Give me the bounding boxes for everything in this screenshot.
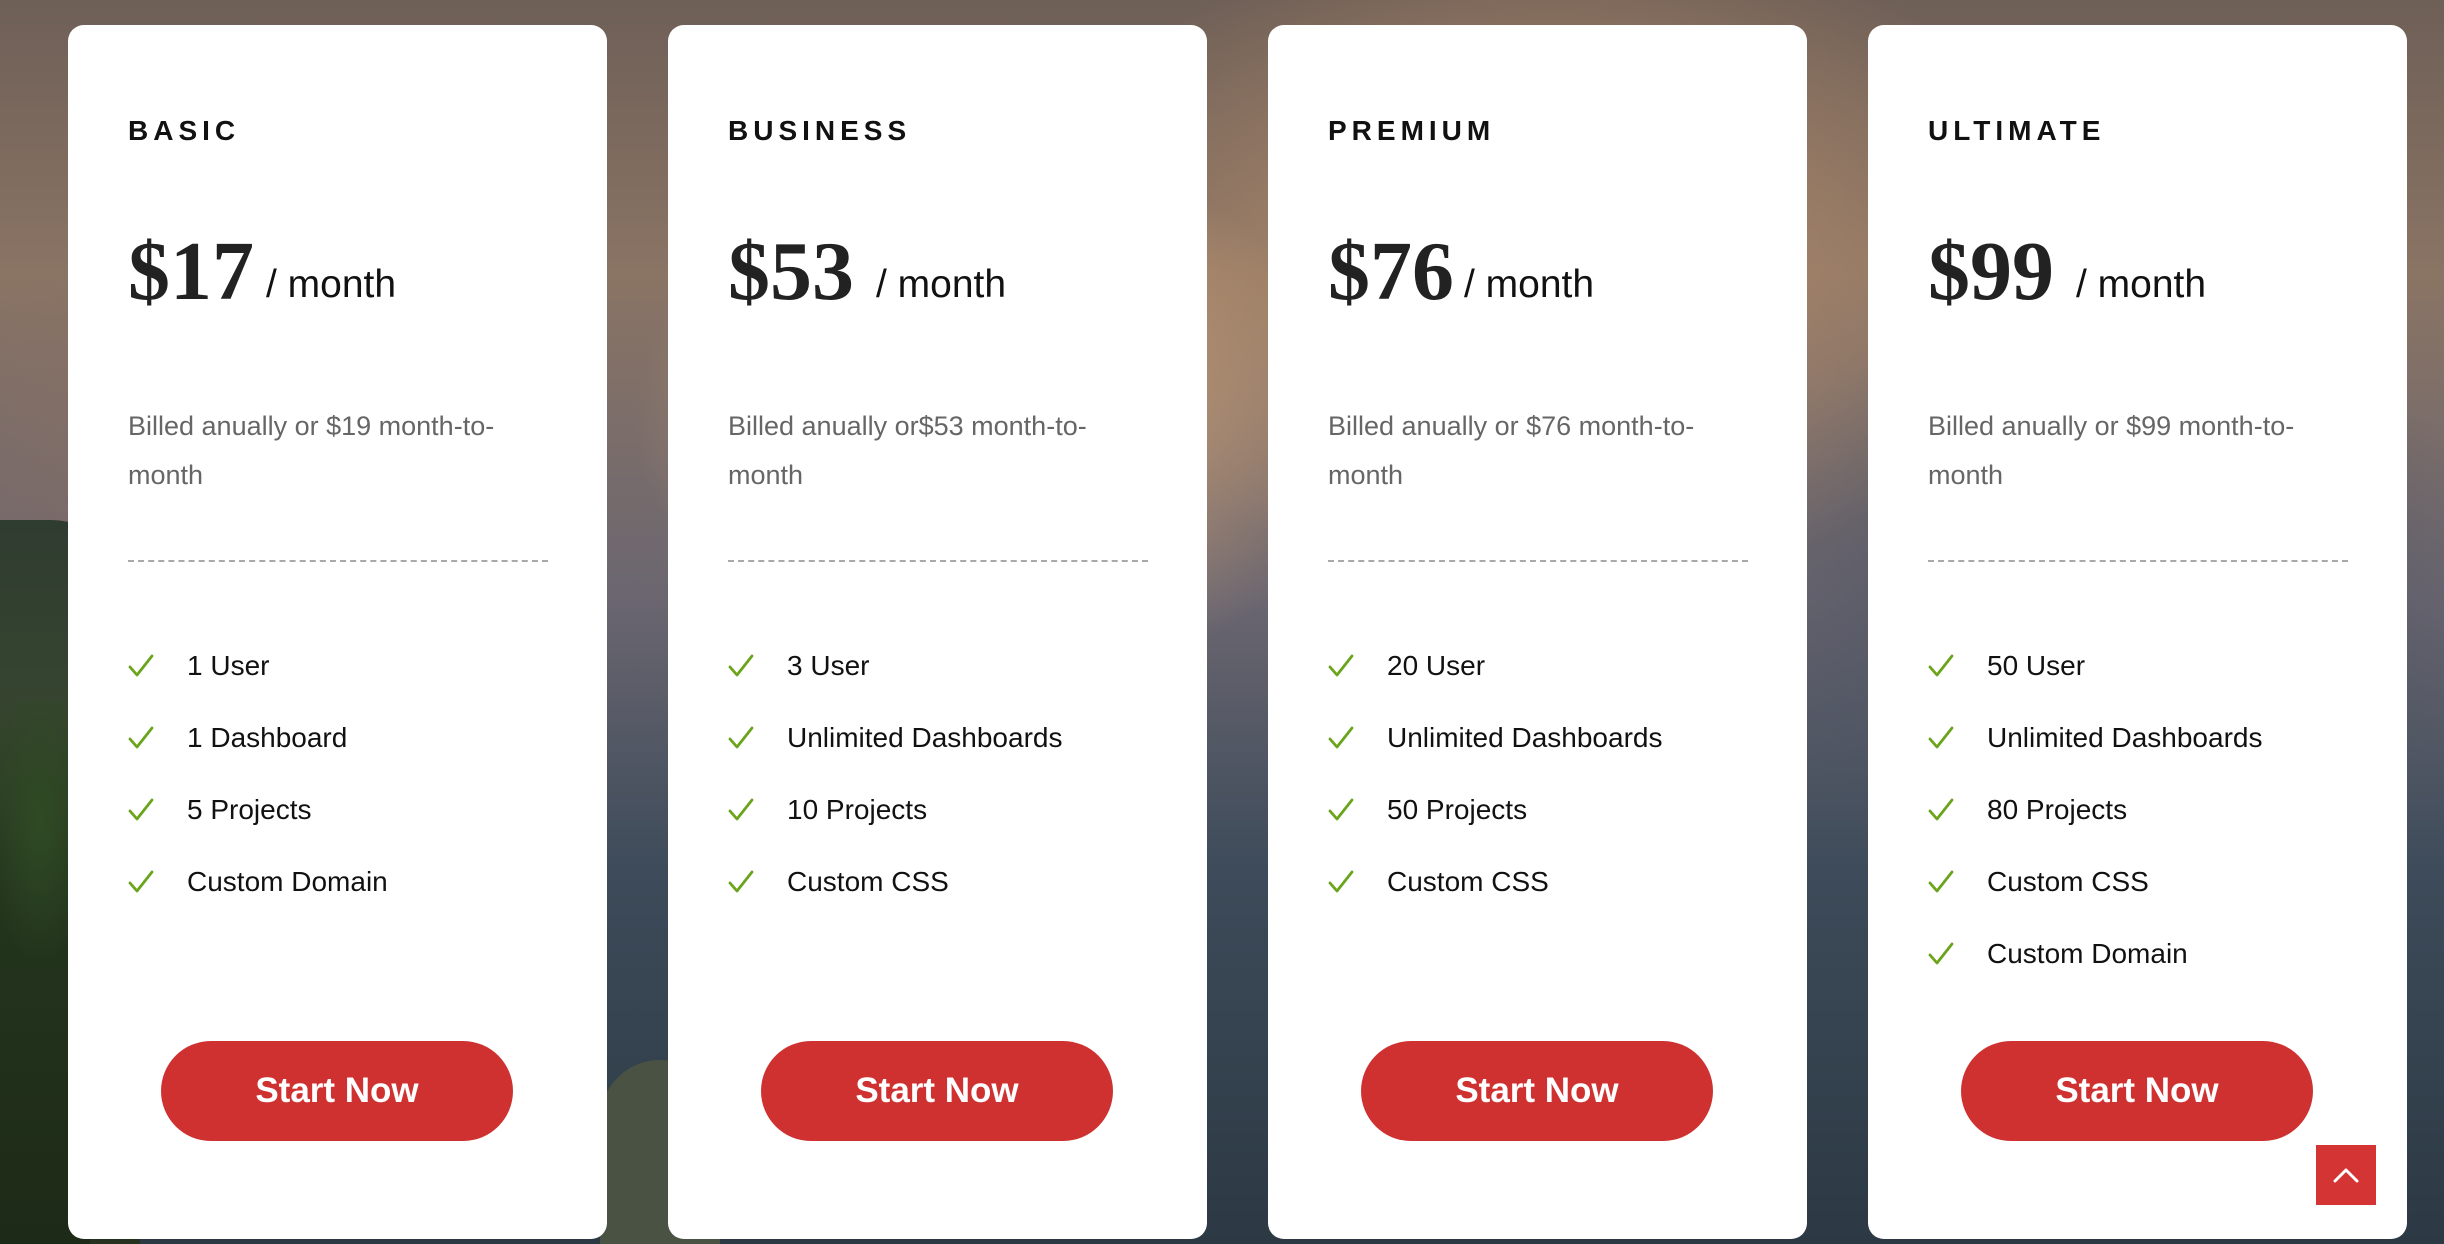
- plan-name: BUSINESS: [728, 115, 912, 146]
- check-icon: [1928, 862, 1962, 902]
- feature-item: Custom CSS: [728, 846, 1062, 918]
- price-row: $17 / month: [128, 230, 396, 314]
- feature-text: 3 User: [787, 650, 870, 681]
- start-now-button[interactable]: Start Now: [761, 1041, 1113, 1141]
- plan-period: / month: [876, 263, 1007, 306]
- feature-item: 20 User: [1328, 630, 1662, 702]
- feature-text: 50 Projects: [1387, 794, 1528, 825]
- check-icon: [728, 790, 762, 830]
- feature-list: 50 User Unlimited Dashboards 80 Projects…: [1928, 630, 2262, 990]
- check-icon: [1928, 646, 1962, 686]
- billing-note: Billed anually or $76 month-to-month: [1328, 411, 1695, 490]
- divider: [128, 560, 548, 562]
- price-row: $76 / month: [1328, 230, 1594, 314]
- feature-text: Custom CSS: [1987, 866, 2149, 897]
- feature-item: 1 User: [128, 630, 388, 702]
- feature-item: 3 User: [728, 630, 1062, 702]
- scroll-to-top-button[interactable]: [2316, 1145, 2376, 1205]
- feature-item: Unlimited Dashboards: [1328, 702, 1662, 774]
- divider: [1928, 560, 2348, 562]
- check-icon: [728, 646, 762, 686]
- check-icon: [1328, 862, 1362, 902]
- feature-text: Custom CSS: [787, 866, 949, 897]
- feature-list: 20 User Unlimited Dashboards 50 Projects…: [1328, 630, 1662, 918]
- feature-text: 10 Projects: [787, 794, 928, 825]
- divider: [728, 560, 1148, 562]
- plan-price: $17: [128, 225, 254, 318]
- price-row: $53 / month: [728, 230, 1006, 314]
- feature-text: Unlimited Dashboards: [1387, 722, 1663, 753]
- check-icon: [728, 862, 762, 902]
- check-icon: [728, 718, 762, 758]
- plan-name: PREMIUM: [1328, 115, 1496, 146]
- check-icon: [1328, 790, 1362, 830]
- pricing-card-ultimate: ULTIMATE $99 / month Billed anually or $…: [1868, 25, 2407, 1239]
- feature-list: 1 User 1 Dashboard 5 Projects Custom Dom…: [128, 630, 388, 918]
- billing-note: Billed anually or$53 month-to-month: [728, 411, 1087, 490]
- feature-text: 80 Projects: [1987, 794, 2128, 825]
- feature-item: Unlimited Dashboards: [728, 702, 1062, 774]
- check-icon: [128, 862, 162, 902]
- check-icon: [128, 646, 162, 686]
- check-icon: [128, 790, 162, 830]
- plan-name: BASIC: [128, 115, 241, 146]
- feature-item: 10 Projects: [728, 774, 1062, 846]
- start-now-button[interactable]: Start Now: [1961, 1041, 2313, 1141]
- pricing-card-basic: BASIC $17 / month Billed anually or $19 …: [68, 25, 607, 1239]
- plan-period: / month: [266, 263, 397, 306]
- feature-item: Custom Domain: [1928, 918, 2262, 990]
- check-icon: [1328, 646, 1362, 686]
- feature-item: Custom CSS: [1928, 846, 2262, 918]
- feature-item: 50 Projects: [1328, 774, 1662, 846]
- feature-item: 80 Projects: [1928, 774, 2262, 846]
- feature-item: 5 Projects: [128, 774, 388, 846]
- feature-text: 1 User: [187, 650, 270, 681]
- plan-price: $76: [1328, 225, 1454, 318]
- pricing-card-business: BUSINESS $53 / month Billed anually or$5…: [668, 25, 1207, 1239]
- feature-text: Custom Domain: [187, 866, 388, 897]
- feature-text: 20 User: [1387, 650, 1486, 681]
- feature-item: Custom Domain: [128, 846, 388, 918]
- feature-text: 5 Projects: [187, 794, 312, 825]
- plan-period: / month: [1464, 263, 1595, 306]
- feature-text: 1 Dashboard: [187, 722, 348, 753]
- feature-item: 50 User: [1928, 630, 2262, 702]
- start-now-button[interactable]: Start Now: [161, 1041, 513, 1141]
- price-row: $99 / month: [1928, 230, 2206, 314]
- feature-list: 3 User Unlimited Dashboards 10 Projects …: [728, 630, 1062, 918]
- check-icon: [1928, 934, 1962, 974]
- divider: [1328, 560, 1748, 562]
- billing-note: Billed anually or $99 month-to-month: [1928, 411, 2295, 490]
- chevron-up-icon: [2333, 1167, 2359, 1183]
- feature-text: Unlimited Dashboards: [787, 722, 1063, 753]
- check-icon: [128, 718, 162, 758]
- billing-note: Billed anually or $19 month-to-month: [128, 411, 495, 490]
- plan-price: $99: [1928, 225, 2054, 318]
- plan-price: $53: [728, 225, 854, 318]
- plan-name: ULTIMATE: [1928, 115, 2106, 146]
- start-now-button[interactable]: Start Now: [1361, 1041, 1713, 1141]
- feature-item: Custom CSS: [1328, 846, 1662, 918]
- feature-text: Custom CSS: [1387, 866, 1549, 897]
- check-icon: [1328, 718, 1362, 758]
- check-icon: [1928, 718, 1962, 758]
- plan-period: / month: [2076, 263, 2207, 306]
- feature-item: 1 Dashboard: [128, 702, 388, 774]
- check-icon: [1928, 790, 1962, 830]
- feature-text: 50 User: [1987, 650, 2086, 681]
- pricing-card-premium: PREMIUM $76 / month Billed anually or $7…: [1268, 25, 1807, 1239]
- feature-item: Unlimited Dashboards: [1928, 702, 2262, 774]
- feature-text: Unlimited Dashboards: [1987, 722, 2263, 753]
- feature-text: Custom Domain: [1987, 938, 2188, 969]
